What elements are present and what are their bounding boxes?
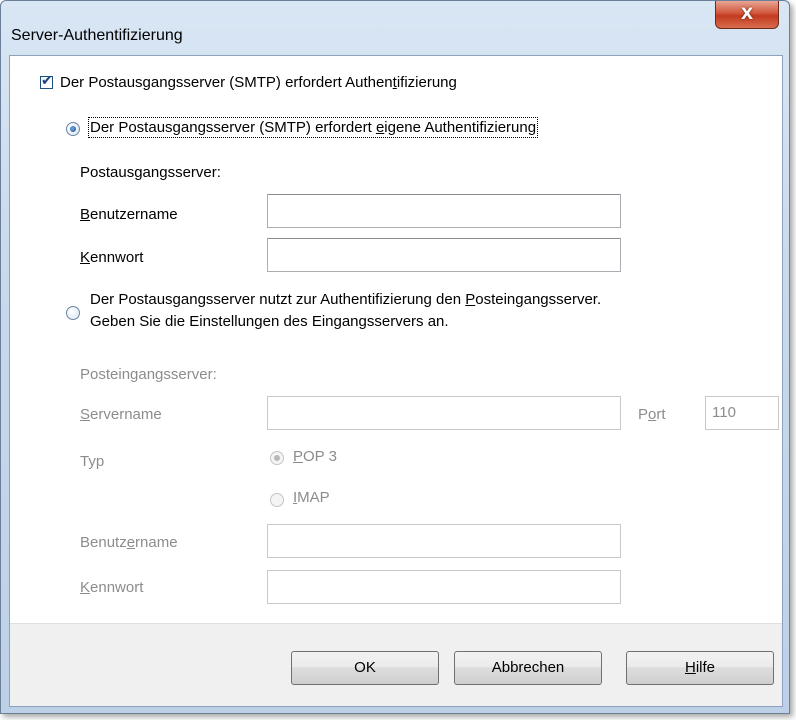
title-bar[interactable]: Server-Authentifizierung X bbox=[1, 1, 789, 55]
close-button[interactable]: X bbox=[715, 1, 779, 29]
cancel-button[interactable]: Abbrechen bbox=[454, 651, 602, 685]
incoming-auth-radio[interactable] bbox=[66, 306, 80, 320]
servername-label: Servername bbox=[80, 406, 162, 423]
dialog-content: ✔ Der Postausgangsserver (SMTP) erforder… bbox=[9, 55, 783, 707]
incoming-auth-label-line1[interactable]: Der Postausgangsserver nutzt zur Authent… bbox=[90, 291, 601, 308]
smtp-auth-checkbox[interactable]: ✔ bbox=[40, 73, 53, 89]
pop3-radio[interactable] bbox=[270, 451, 284, 465]
type-label: Typ bbox=[80, 453, 105, 470]
dialog-window: Server-Authentifizierung X ✔ Der Postaus… bbox=[0, 0, 790, 714]
imap-label[interactable]: IMAP bbox=[293, 489, 330, 506]
help-button[interactable]: Hilfe bbox=[626, 651, 774, 685]
incoming-server-heading: Posteingangsserver: bbox=[80, 366, 217, 383]
outgoing-username-input[interactable] bbox=[267, 194, 621, 228]
port-label: Port bbox=[638, 406, 666, 423]
close-icon: X bbox=[740, 4, 754, 23]
incoming-auth-label-line2[interactable]: Geben Sie die Einstellungen des Eingangs… bbox=[90, 313, 449, 330]
imap-radio[interactable] bbox=[270, 493, 284, 507]
outgoing-password-input[interactable] bbox=[267, 238, 621, 272]
outgoing-username-label: Benutzername bbox=[80, 206, 178, 223]
incoming-password-label: Kennwort bbox=[80, 579, 144, 596]
incoming-password-input[interactable] bbox=[267, 570, 621, 604]
own-auth-label[interactable]: Der Postausgangsserver (SMTP) erfordert … bbox=[87, 117, 539, 138]
own-auth-radio[interactable] bbox=[66, 122, 80, 136]
checkmark-icon: ✔ bbox=[41, 73, 53, 89]
pop3-label[interactable]: POP 3 bbox=[293, 448, 337, 465]
outgoing-server-heading: Postausgangsserver: bbox=[80, 164, 221, 181]
servername-input[interactable] bbox=[267, 396, 621, 430]
smtp-auth-label[interactable]: Der Postausgangsserver (SMTP) erfordert … bbox=[60, 74, 457, 91]
ok-button[interactable]: OK bbox=[291, 651, 439, 685]
incoming-username-label: Benutzername bbox=[80, 534, 178, 551]
outgoing-password-label: Kennwort bbox=[80, 249, 144, 266]
port-input[interactable]: 110 bbox=[705, 396, 779, 430]
incoming-username-input[interactable] bbox=[267, 524, 621, 558]
window-title: Server-Authentifizierung bbox=[11, 27, 183, 44]
